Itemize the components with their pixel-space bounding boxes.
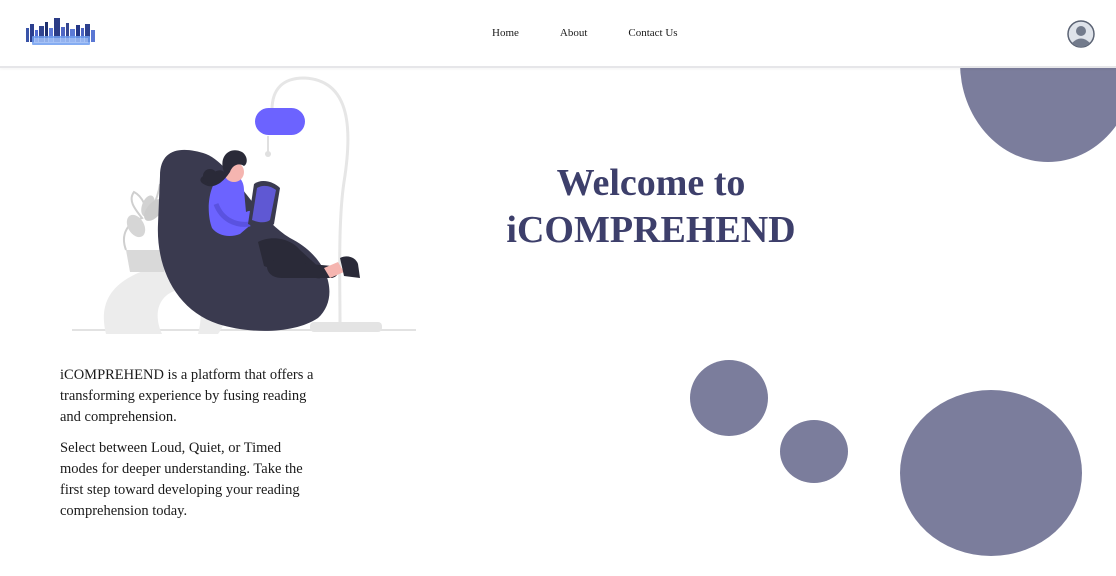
- page-title: Welcome to iCOMPREHEND: [480, 160, 822, 254]
- decorative-circle-small-right: [780, 420, 848, 483]
- intro-paragraph-2: Select between Loud, Quiet, or Timed mod…: [60, 440, 303, 519]
- main-nav: Home About Contact Us: [492, 27, 719, 39]
- nav-about-link[interactable]: About: [560, 27, 588, 39]
- user-avatar-button[interactable]: [1067, 20, 1095, 48]
- logo[interactable]: [24, 16, 98, 50]
- hero-title-line2: iCOMPREHEND: [506, 209, 796, 251]
- intro-text: iCOMPREHEND is a platform that offers a …: [60, 365, 322, 522]
- user-avatar-icon: [1067, 20, 1095, 48]
- intro-paragraph-1: iCOMPREHEND is a platform that offers a …: [60, 367, 314, 425]
- decorative-circle-large: [900, 390, 1082, 556]
- reading-illustration: [68, 72, 420, 338]
- hero-title-line1: Welcome to: [556, 162, 746, 204]
- decorative-circle-small-left: [690, 360, 768, 436]
- navbar: Home About Contact Us: [0, 0, 1116, 68]
- nav-home-link[interactable]: Home: [492, 27, 519, 39]
- logo-icon: [26, 18, 95, 45]
- woman-reading-illustration-icon: [72, 76, 416, 334]
- nav-contact-link[interactable]: Contact Us: [628, 27, 677, 39]
